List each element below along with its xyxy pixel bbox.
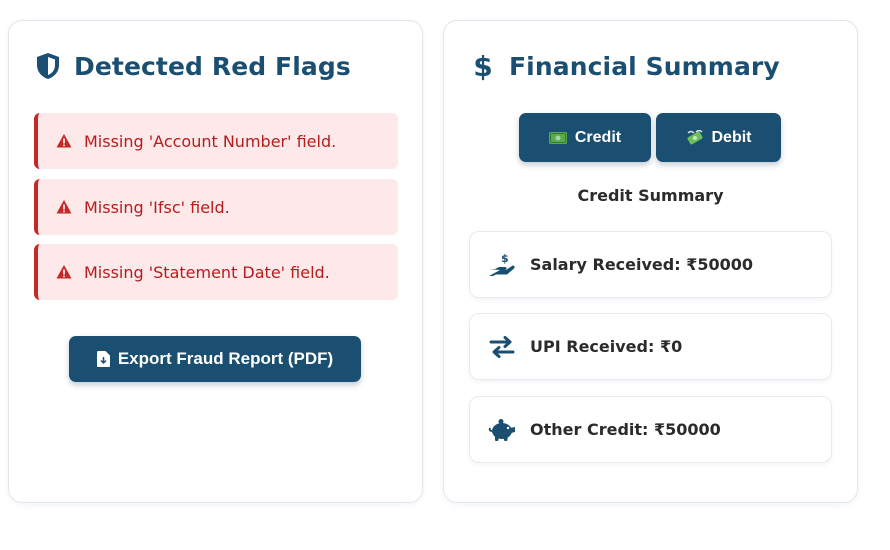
red-flag-text: Missing 'Account Number' field. bbox=[84, 131, 337, 151]
credit-tab-button[interactable]: Credit bbox=[519, 113, 651, 162]
red-flags-card: Detected Red Flags Missing 'Account Numb… bbox=[8, 20, 423, 503]
financial-summary-title-text: Financial Summary bbox=[509, 51, 780, 81]
financial-summary-card: $ Financial Summary Credit Debit Credit … bbox=[443, 20, 858, 503]
dollar-icon: $ bbox=[473, 49, 493, 83]
warning-icon bbox=[56, 264, 72, 280]
exchange-arrows-icon bbox=[488, 333, 516, 361]
financial-summary-title: $ Financial Summary bbox=[469, 49, 780, 83]
other-credit-text: Other Credit: ₹50000 bbox=[530, 420, 721, 439]
money-bill-icon bbox=[548, 131, 567, 144]
shield-icon bbox=[34, 51, 62, 81]
red-flag-text: Missing 'Ifsc' field. bbox=[84, 197, 230, 217]
summary-item-upi: UPI Received: ₹0 bbox=[469, 313, 832, 380]
hand-holding-dollar-icon: $ bbox=[488, 251, 516, 279]
red-flag-item: Missing 'Statement Date' field. bbox=[34, 244, 398, 300]
export-button-label: Export Fraud Report (PDF) bbox=[117, 349, 334, 368]
red-flag-item: Missing 'Ifsc' field. bbox=[34, 179, 398, 235]
piggy-bank-icon bbox=[488, 416, 516, 444]
flying-money-icon bbox=[686, 129, 704, 146]
credit-tab-label: Credit bbox=[574, 128, 622, 146]
debit-tab-button[interactable]: Debit bbox=[656, 113, 781, 162]
debit-tab-label: Debit bbox=[711, 128, 752, 146]
credit-summary-heading: Credit Summary bbox=[577, 186, 724, 205]
warning-icon bbox=[56, 133, 72, 149]
summary-item-salary: $ Salary Received: ₹50000 bbox=[469, 231, 832, 298]
red-flags-title: Detected Red Flags bbox=[34, 51, 351, 81]
red-flag-text: Missing 'Statement Date' field. bbox=[84, 262, 330, 282]
red-flags-title-text: Detected Red Flags bbox=[74, 51, 351, 81]
export-fraud-report-button[interactable]: Export Fraud Report (PDF) bbox=[69, 336, 361, 382]
upi-received-text: UPI Received: ₹0 bbox=[530, 337, 683, 356]
summary-item-other-credit: Other Credit: ₹50000 bbox=[469, 396, 832, 463]
file-download-icon bbox=[96, 351, 110, 367]
red-flag-item: Missing 'Account Number' field. bbox=[34, 113, 398, 169]
salary-received-text: Salary Received: ₹50000 bbox=[530, 255, 753, 274]
warning-icon bbox=[56, 199, 72, 215]
svg-text:$: $ bbox=[501, 252, 509, 265]
